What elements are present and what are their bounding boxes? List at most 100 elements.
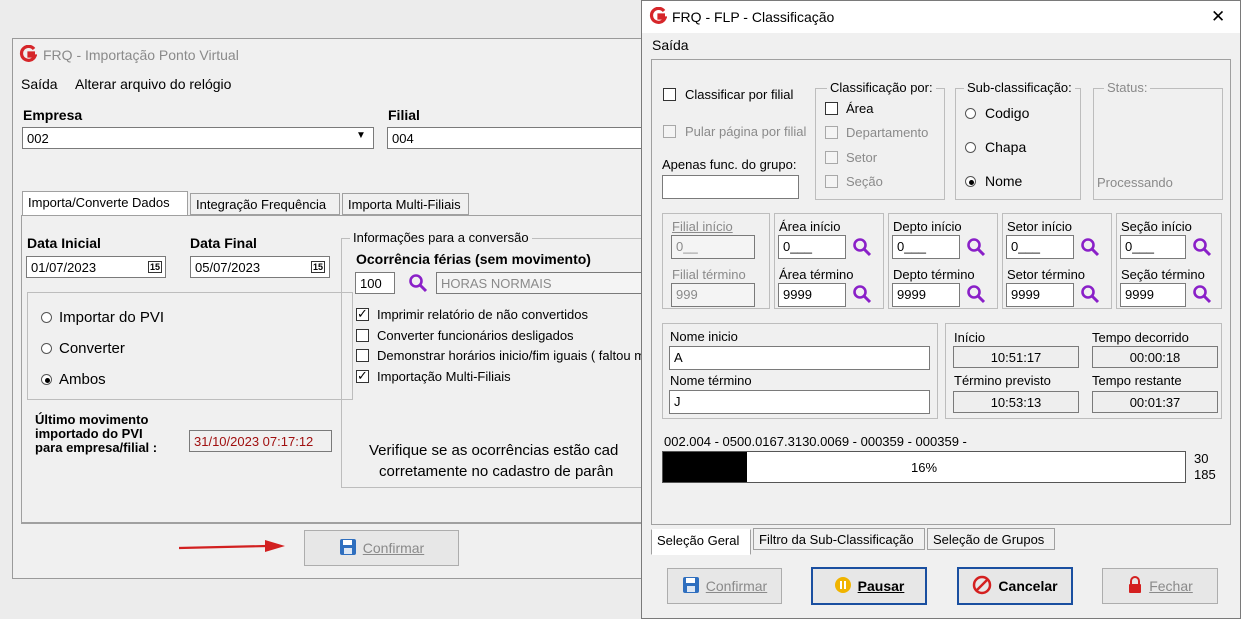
depto-termino-input[interactable]: 9999 — [892, 283, 960, 307]
tab-selecao-grupos-label: Seleção de Grupos — [933, 532, 1045, 547]
data-inicial-input[interactable]: 01/07/2023 — [26, 256, 166, 278]
check-converter-desligados-label: Converter funcionários desligados — [377, 328, 574, 343]
check-secao-label: Seção — [846, 174, 883, 189]
area-termino-input[interactable]: 9999 — [778, 283, 846, 307]
close-button-label: Fechar — [1149, 578, 1193, 594]
search-icon[interactable] — [1192, 237, 1212, 257]
red-arrow-icon — [177, 539, 287, 558]
close-button[interactable]: Fechar — [1102, 568, 1218, 604]
filial-termino-input[interactable]: 999 — [671, 283, 755, 307]
filial-select[interactable]: 004 — [387, 127, 653, 149]
data-final-input[interactable]: 05/07/2023 — [190, 256, 330, 278]
check-pular-pagina[interactable]: Pular página por filial — [663, 124, 806, 139]
search-icon[interactable] — [1080, 237, 1100, 257]
nome-termino-input[interactable]: J — [669, 390, 930, 414]
filial-value: 004 — [392, 131, 414, 146]
radio-nome[interactable]: Nome — [965, 173, 1022, 189]
area-termino-label: Área término — [779, 267, 854, 282]
search-icon[interactable] — [1080, 284, 1100, 304]
radio-chapa-indicator — [965, 141, 976, 153]
search-icon[interactable] — [966, 284, 986, 304]
cancel-button[interactable]: Cancelar — [957, 567, 1073, 605]
save-icon — [682, 576, 700, 597]
search-icon[interactable] — [1192, 284, 1212, 304]
classificacao-legend: Classificação por: — [827, 80, 936, 95]
secao-inicio-input[interactable]: 0___ — [1120, 235, 1186, 259]
check-setor[interactable]: Setor — [825, 150, 877, 165]
verifique-note: Verifique se as ocorrências estão cad co… — [369, 440, 618, 482]
setor-inicio-input[interactable]: 0___ — [1006, 235, 1074, 259]
check-departamento[interactable]: Departamento — [825, 125, 928, 140]
ocorrencia-label: Ocorrência férias (sem movimento) — [356, 251, 591, 267]
close-icon[interactable]: ✕ — [1211, 7, 1225, 27]
check-demonstrar-horarios-box — [356, 349, 369, 362]
progress-bar: 16% — [662, 451, 1186, 483]
decorrido-value: 00:00:18 — [1092, 346, 1218, 368]
radio-chapa[interactable]: Chapa — [965, 139, 1026, 155]
data-inicial-value: 01/07/2023 — [31, 260, 97, 275]
radio-codigo[interactable]: Codigo — [965, 105, 1029, 121]
tab-integracao-frequencia[interactable]: Integração Frequência — [190, 193, 340, 215]
search-icon[interactable] — [852, 237, 872, 257]
empresa-label: Empresa — [23, 107, 83, 123]
status-legend: Status: — [1104, 80, 1151, 95]
tab-selecao-grupos[interactable]: Seleção de Grupos — [927, 528, 1055, 550]
radio-importar-pvi[interactable]: Importar do PVI — [41, 309, 164, 326]
check-classificar-por-filial[interactable]: Classificar por filial — [663, 87, 793, 102]
empresa-select[interactable]: 002 — [22, 127, 374, 149]
check-classificar-por-filial-box — [663, 88, 676, 101]
check-imprimir-relatorio[interactable]: Imprimir relatório de não convertidos — [356, 306, 588, 322]
radio-converter[interactable]: Converter — [41, 340, 125, 357]
radio-converter-label: Converter — [59, 340, 125, 357]
nome-inicio-input[interactable]: A — [669, 346, 930, 370]
restante-value: 00:01:37 — [1092, 391, 1218, 413]
tab-selecao-geral[interactable]: Seleção Geral — [651, 529, 751, 555]
check-converter-desligados[interactable]: Converter funcionários desligados — [356, 328, 574, 343]
check-importacao-multi-filiais[interactable]: Importação Multi-Filiais — [356, 368, 511, 384]
check-area-label: Área — [846, 101, 874, 116]
check-area-box — [825, 102, 838, 115]
check-importacao-multi-filiais-box — [356, 368, 369, 384]
apenas-func-input[interactable] — [662, 175, 799, 199]
radio-ambos[interactable]: Ambos — [41, 371, 106, 388]
confirm-button[interactable]: Confirmar — [304, 530, 459, 566]
area-inicio-label: Área início — [779, 219, 841, 234]
calendar-icon[interactable]: 15 — [148, 261, 163, 273]
check-pular-pagina-box — [663, 125, 676, 138]
check-secao[interactable]: Seção — [825, 174, 883, 189]
tab-importa-converte[interactable]: Importa/Converte Dados — [22, 191, 188, 216]
ultimo-movimento-value: 31/10/2023 07:17:12 — [189, 430, 332, 452]
menu-item-alterar-arquivo[interactable]: Alterar arquivo do relógio — [75, 76, 231, 92]
depto-inicio-input[interactable]: 0___ — [892, 235, 960, 259]
check-demonstrar-horarios[interactable]: Demonstrar horários inicio/fim iguais ( … — [356, 348, 645, 363]
progress-text: 002.004 - 0500.0167.3130.0069 - 000359 -… — [664, 434, 967, 449]
search-icon[interactable] — [852, 284, 872, 304]
tab-filtro-subclass[interactable]: Filtro da Sub-Classificação — [753, 528, 925, 550]
dialog-logo-icon — [649, 6, 668, 28]
filial-termino-label: Filial término — [672, 267, 746, 282]
menu-item-saida[interactable]: Saída — [21, 76, 58, 92]
pause-button[interactable]: Pausar — [811, 567, 927, 605]
verifique-line2: corretamente no cadastro de parân — [379, 463, 614, 480]
tab-importa-multi-filiais[interactable]: Importa Multi-Filiais — [342, 193, 469, 215]
count-current: 30 — [1194, 451, 1209, 466]
dialog-menu-saida[interactable]: Saída — [652, 37, 689, 53]
empresa-dropdown-icon[interactable]: ▼ — [356, 130, 366, 141]
search-icon[interactable] — [408, 273, 428, 293]
calendar-icon[interactable]: 15 — [311, 261, 326, 273]
check-pular-pagina-label: Pular página por filial — [685, 124, 807, 139]
tab-importa-converte-label: Importa/Converte Dados — [28, 195, 170, 210]
dialog-title: FRQ - FLP - Classificação — [672, 9, 835, 25]
secao-termino-input[interactable]: 9999 — [1120, 283, 1186, 307]
ocorrencia-code-input[interactable]: 100 — [355, 272, 395, 294]
filial-inicio-label: Filial início — [672, 219, 733, 234]
conversao-legend: Informações para a conversão — [350, 230, 532, 245]
filial-inicio-input[interactable]: 0__ — [671, 235, 755, 259]
area-inicio-input[interactable]: 0___ — [778, 235, 846, 259]
search-icon[interactable] — [966, 237, 986, 257]
check-setor-label: Setor — [846, 150, 878, 165]
setor-termino-input[interactable]: 9999 — [1006, 283, 1074, 307]
dialog-confirm-button[interactable]: Confirmar — [667, 568, 782, 604]
ocorrencia-desc: HORAS NORMAIS — [436, 272, 653, 294]
check-area[interactable]: Área — [825, 101, 873, 116]
